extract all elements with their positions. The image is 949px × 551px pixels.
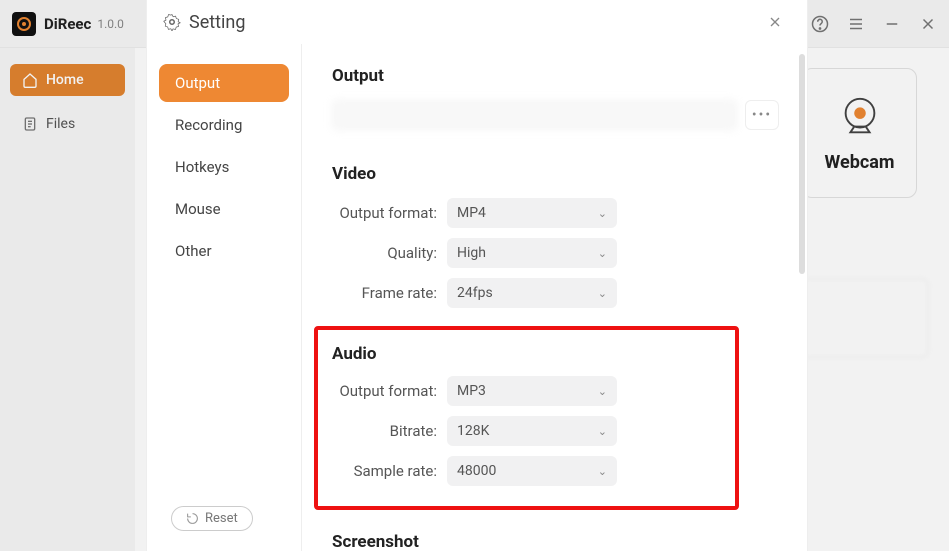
nav-hotkeys[interactable]: Hotkeys bbox=[159, 148, 289, 186]
settings-nav: Output Recording Hotkeys Mouse Other Res… bbox=[147, 44, 302, 551]
nav-output[interactable]: Output bbox=[159, 64, 289, 102]
reset-icon bbox=[186, 512, 199, 525]
audio-samplerate-label: Sample rate: bbox=[332, 462, 447, 480]
select-value: 128K bbox=[457, 423, 489, 439]
reset-button[interactable]: Reset bbox=[171, 506, 253, 531]
audio-format-select[interactable]: MP3 ⌄ bbox=[447, 376, 617, 406]
video-quality-select[interactable]: High ⌄ bbox=[447, 238, 617, 268]
chevron-down-icon: ⌄ bbox=[598, 385, 607, 398]
select-value: MP4 bbox=[457, 205, 486, 221]
chevron-down-icon: ⌄ bbox=[598, 287, 607, 300]
scrollbar[interactable] bbox=[799, 54, 805, 274]
modal-header: Setting bbox=[147, 0, 807, 44]
audio-bitrate-label: Bitrate: bbox=[332, 422, 447, 440]
audio-bitrate-select[interactable]: 128K ⌄ bbox=[447, 416, 617, 446]
chevron-down-icon: ⌄ bbox=[598, 425, 607, 438]
select-value: 24fps bbox=[457, 285, 493, 301]
audio-section-title: Audio bbox=[332, 344, 721, 364]
settings-modal: Setting Output Recording Hotkeys Mouse O… bbox=[147, 0, 807, 551]
video-quality-label: Quality: bbox=[332, 244, 447, 262]
video-framerate-select[interactable]: 24fps ⌄ bbox=[447, 278, 617, 308]
screenshot-section-title: Screenshot bbox=[332, 532, 779, 551]
audio-samplerate-select[interactable]: 48000 ⌄ bbox=[447, 456, 617, 486]
modal-title: Setting bbox=[189, 12, 751, 33]
chevron-down-icon: ⌄ bbox=[598, 465, 607, 478]
video-format-select[interactable]: MP4 ⌄ bbox=[447, 198, 617, 228]
audio-section-highlighted: Audio Output format: MP3 ⌄ Bitrate: 128K… bbox=[314, 326, 739, 510]
audio-format-label: Output format: bbox=[332, 382, 447, 400]
select-value: 48000 bbox=[457, 463, 496, 479]
nav-other[interactable]: Other bbox=[159, 232, 289, 270]
chevron-down-icon: ⌄ bbox=[598, 207, 607, 220]
browse-button[interactable]: ••• bbox=[745, 100, 779, 130]
select-value: MP3 bbox=[457, 383, 486, 399]
nav-mouse[interactable]: Mouse bbox=[159, 190, 289, 228]
settings-content: Output ••• Video Output format: MP4 ⌄ Qu… bbox=[302, 44, 807, 551]
video-format-label: Output format: bbox=[332, 204, 447, 222]
nav-recording[interactable]: Recording bbox=[159, 106, 289, 144]
output-section-title: Output bbox=[332, 66, 779, 86]
reset-label: Reset bbox=[205, 511, 238, 526]
output-path-field[interactable] bbox=[332, 100, 737, 130]
gear-icon bbox=[163, 13, 181, 31]
select-value: High bbox=[457, 245, 486, 261]
video-framerate-label: Frame rate: bbox=[332, 284, 447, 302]
chevron-down-icon: ⌄ bbox=[598, 247, 607, 260]
modal-close-button[interactable] bbox=[759, 10, 791, 34]
video-section-title: Video bbox=[332, 164, 779, 184]
